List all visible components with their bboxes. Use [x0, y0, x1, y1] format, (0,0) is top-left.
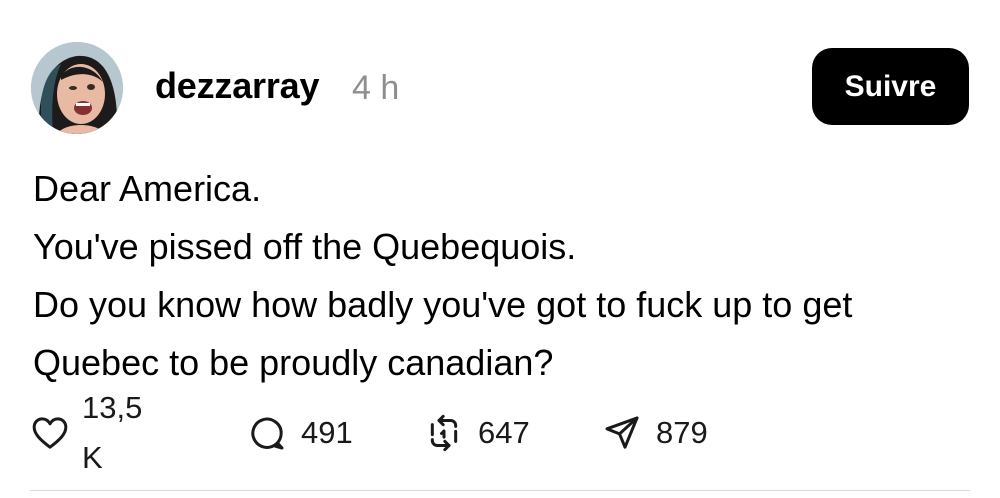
repost-arrows-icon: [422, 411, 466, 455]
share-button[interactable]: 879: [600, 408, 708, 458]
heart-icon: [30, 411, 70, 455]
reply-count: 491: [301, 415, 353, 450]
repost-count: 647: [478, 415, 530, 450]
timestamp: 4 h: [352, 69, 400, 107]
reply-button[interactable]: 491: [245, 408, 353, 458]
share-count: 879: [656, 415, 708, 450]
like-count: 13,5 K: [82, 390, 143, 475]
post-card: dezzarray 4 h Suivre Dear America. You'v…: [0, 0, 1000, 498]
post-text-line: You've pissed off the Quebequois.: [33, 226, 577, 267]
post-text-line: Dear America.: [33, 168, 262, 209]
avatar-image: [31, 42, 123, 134]
divider: [30, 490, 970, 491]
post-text-line: Do you know how badly you've got to fuck…: [33, 284, 853, 383]
comment-bubble-icon: [245, 411, 289, 455]
post-text: Dear America. You've pissed off the Queb…: [33, 160, 973, 392]
repost-button[interactable]: 647: [422, 408, 530, 458]
send-paper-plane-icon: [600, 411, 644, 455]
follow-button[interactable]: Suivre: [812, 48, 969, 125]
username[interactable]: dezzarray: [155, 64, 319, 108]
like-button[interactable]: 13,5 K: [30, 390, 146, 475]
avatar[interactable]: [31, 42, 123, 134]
